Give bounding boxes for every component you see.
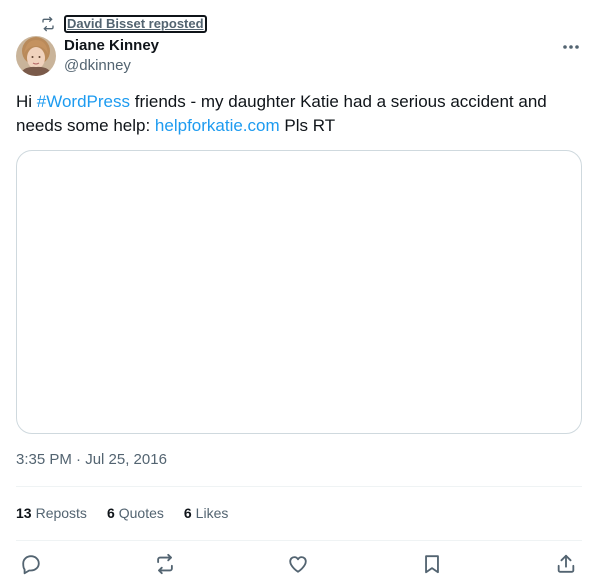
- reply-button[interactable]: [20, 553, 42, 575]
- engagement-stats: 13 Reposts 6 Quotes 6 Likes: [16, 503, 228, 523]
- tweet-text-end: Pls RT: [279, 116, 336, 135]
- url-link[interactable]: helpforkatie.com: [155, 116, 280, 135]
- repost-header: David Bisset reposted: [40, 14, 207, 34]
- likes-stat[interactable]: 6 Likes: [184, 503, 228, 523]
- avatar[interactable]: [16, 36, 56, 76]
- repost-icon: [40, 16, 56, 32]
- reposts-count: 13: [16, 505, 32, 521]
- more-horizontal-icon: [562, 37, 580, 55]
- reposted-by-link[interactable]: David Bisset reposted: [64, 15, 207, 33]
- bookmark-button[interactable]: [421, 553, 443, 575]
- hashtag-link[interactable]: #WordPress: [37, 92, 130, 111]
- author-handle[interactable]: @dkinney: [64, 56, 159, 76]
- like-button[interactable]: [287, 553, 309, 575]
- share-button[interactable]: [555, 553, 577, 575]
- more-options-button[interactable]: [560, 36, 582, 56]
- divider: [16, 540, 582, 541]
- media-card[interactable]: [16, 150, 582, 434]
- reposts-label: Reposts: [35, 505, 87, 521]
- author-name[interactable]: Diane Kinney: [64, 36, 159, 56]
- quotes-stat[interactable]: 6 Quotes: [107, 503, 164, 523]
- quotes-label: Quotes: [118, 505, 164, 521]
- reposts-stat[interactable]: 13 Reposts: [16, 503, 87, 523]
- divider: [16, 486, 582, 487]
- quotes-count: 6: [106, 505, 115, 521]
- share-icon: [555, 553, 577, 575]
- likes-label: Likes: [195, 505, 229, 521]
- tweet-text-start: Hi: [16, 92, 37, 111]
- bookmark-icon: [421, 553, 443, 575]
- repost-icon: [154, 553, 176, 575]
- tweet-timestamp[interactable]: 3:35 PM · Jul 25, 2016: [16, 450, 167, 470]
- author-block: Diane Kinney @dkinney: [64, 36, 159, 76]
- like-icon: [287, 553, 309, 575]
- reply-icon: [20, 553, 42, 575]
- likes-count: 6: [183, 505, 192, 521]
- repost-button[interactable]: [154, 553, 176, 575]
- tweet-text: Hi #WordPress friends - my daughter Kati…: [16, 90, 582, 138]
